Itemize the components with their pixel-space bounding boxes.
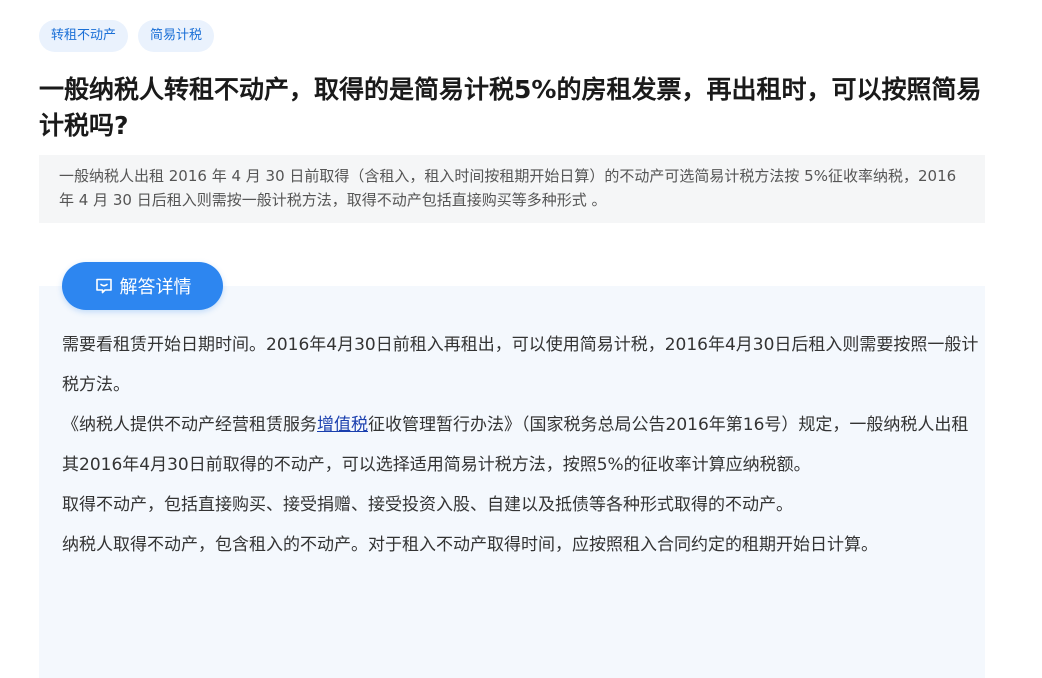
tag-transfer-lease-property[interactable]: 转租不动产 [39,20,129,52]
chat-bubble-icon [94,276,114,296]
answer-detail-button[interactable]: 解答详情 [62,262,223,310]
question-title: 一般纳税人转租不动产，取得的是简易计税5%的房租发票，再出租时，可以按照简易计税… [39,75,982,140]
tag-simple-tax[interactable]: 简易计税 [138,20,215,52]
answer-paragraph-3: 取得不动产，包括直接购买、接受捐赠、接受投资入股、自建以及抵债等各种形式取得的不… [62,495,793,515]
tag-list: 转租不动产 简易计税 [39,20,215,52]
answer-paragraph-4: 纳税人取得不动产，包含租入的不动产。对于租入不动产取得时间，应按照租入合同约定的… [62,535,878,555]
vat-link[interactable]: 增值税 [317,415,368,435]
answer-paragraph-1: 需要看租赁开始日期时间。2016年4月30日前租入再租出，可以使用简易计税，20… [62,335,979,395]
answer-paragraph-2-start: 《纳税人提供不动产经营租赁服务 [62,415,317,435]
answer-paragraph-2: 《纳税人提供不动产经营租赁服务增值税征收管理暂行办法》（国家税务总局公告2016… [62,405,982,485]
answer-summary: 一般纳税人出租 2016 年 4 月 30 日前取得（含租入，租入时间按租期开始… [39,155,985,223]
answer-detail-button-label: 解答详情 [119,277,192,298]
answer-body: 需要看租赁开始日期时间。2016年4月30日前租入再租出，可以使用简易计税，20… [62,325,982,565]
page: 转租不动产 简易计税 一般纳税人转租不动产，取得的是简易计税5%的房租发票，再出… [0,0,1042,678]
